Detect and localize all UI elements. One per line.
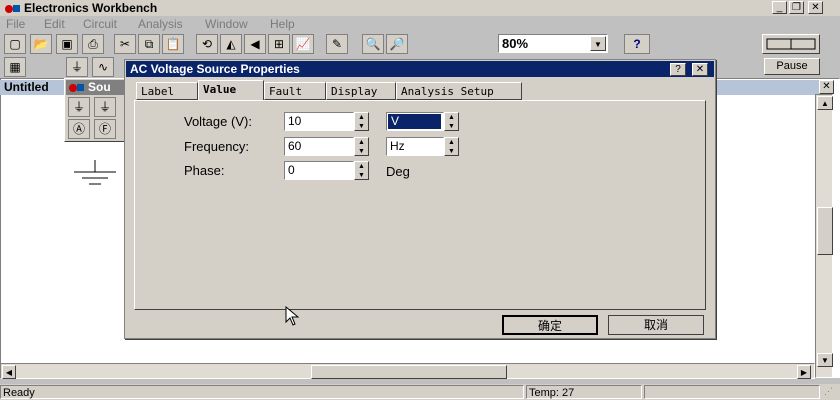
- graph-icon[interactable]: 📈: [292, 34, 314, 54]
- am-source-icon[interactable]: Ⓐ: [68, 119, 90, 139]
- voltage-unit-spinner[interactable]: ▲ ▼: [444, 112, 459, 131]
- frequency-label: Frequency:: [184, 139, 250, 154]
- scroll-left-icon[interactable]: ◀: [2, 365, 16, 379]
- vertical-scrollbar[interactable]: ▲ ▼: [815, 94, 833, 378]
- close-button[interactable]: ✕: [808, 1, 823, 14]
- paste-icon[interactable]: 📋: [162, 34, 184, 54]
- resistor-icon[interactable]: ∿: [92, 57, 114, 77]
- frequency-input[interactable]: 60: [284, 137, 354, 156]
- fm-source-icon[interactable]: Ⓕ: [94, 119, 116, 139]
- tab-value[interactable]: Value: [198, 80, 264, 101]
- scroll-down-icon[interactable]: ▼: [817, 353, 833, 367]
- parts-bin-logo-icon: [68, 81, 86, 93]
- chevron-down-icon[interactable]: ▼: [590, 36, 606, 51]
- minimize-button[interactable]: _: [772, 1, 787, 14]
- app-title: Electronics Workbench: [24, 1, 158, 15]
- flip-horizontal-icon[interactable]: ◭: [220, 34, 242, 54]
- subcircuit-icon[interactable]: ⊞: [268, 34, 290, 54]
- tab-display[interactable]: Display: [326, 82, 396, 100]
- vertical-scroll-thumb[interactable]: [817, 207, 833, 255]
- app-logo-icon: [4, 2, 22, 14]
- dialog-close-button[interactable]: ✕: [692, 63, 708, 76]
- value-tab-panel: [134, 100, 706, 310]
- ground-symbol-icon[interactable]: ⏚: [66, 57, 88, 77]
- tab-fault[interactable]: Fault: [264, 82, 326, 100]
- menu-analysis[interactable]: Analysis: [138, 16, 183, 32]
- voltage-spinner[interactable]: ▲ ▼: [354, 112, 369, 131]
- save-icon[interactable]: ▣: [56, 34, 78, 54]
- document-title: Untitled: [4, 80, 49, 94]
- phase-unit: Deg: [386, 164, 410, 179]
- dialog-title: AC Voltage Source Properties: [130, 62, 300, 76]
- cut-icon[interactable]: ✂: [114, 34, 136, 54]
- menu-help[interactable]: Help: [270, 16, 295, 32]
- print-icon[interactable]: ⎙: [82, 34, 104, 54]
- power-switch-icon[interactable]: [762, 34, 820, 54]
- copy-icon[interactable]: ⧉: [138, 34, 160, 54]
- ground-symbol-icon[interactable]: [72, 160, 118, 190]
- tab-analysis-setup[interactable]: Analysis Setup: [396, 82, 522, 100]
- menu-bar: [0, 16, 840, 32]
- voltage-label: Voltage (V):: [184, 114, 252, 129]
- zoom-out-icon[interactable]: 🔍: [362, 34, 384, 54]
- mouse-cursor-icon: [285, 305, 301, 326]
- ground-part-icon[interactable]: ⏚: [68, 97, 90, 117]
- pause-button[interactable]: Pause: [764, 58, 820, 75]
- status-ready: Ready: [0, 385, 524, 399]
- status-extra: [644, 385, 820, 399]
- phase-input[interactable]: 0: [284, 161, 354, 180]
- horizontal-scroll-thumb[interactable]: [311, 365, 507, 379]
- status-temp: Temp: 27: [526, 385, 642, 399]
- menu-window[interactable]: Window: [205, 16, 248, 32]
- cancel-button[interactable]: 取消: [608, 315, 704, 335]
- open-folder-icon[interactable]: 📂: [30, 34, 52, 54]
- component-properties-icon[interactable]: ✎: [326, 34, 348, 54]
- zoom-select[interactable]: 80% ▼: [498, 34, 608, 53]
- frequency-spinner[interactable]: ▲ ▼: [354, 137, 369, 156]
- resize-grip-icon[interactable]: ⋰: [824, 386, 838, 398]
- scroll-right-icon[interactable]: ▶: [797, 365, 811, 379]
- voltage-input[interactable]: 10: [284, 112, 354, 131]
- voltage-unit-value: V: [388, 114, 441, 129]
- scroll-up-icon[interactable]: ▲: [817, 96, 833, 110]
- menu-circuit[interactable]: Circuit: [83, 16, 117, 32]
- parts-bin-icon[interactable]: ▦: [4, 57, 26, 77]
- menu-file[interactable]: File: [6, 16, 25, 32]
- new-file-icon[interactable]: ▢: [4, 34, 26, 54]
- dc-ground-part-icon[interactable]: ⏚: [94, 97, 116, 117]
- ok-button[interactable]: 确定: [502, 315, 598, 335]
- flip-vertical-icon[interactable]: ◀: [244, 34, 266, 54]
- menu-edit[interactable]: Edit: [44, 16, 65, 32]
- zoom-in-icon[interactable]: 🔎: [386, 34, 408, 54]
- frequency-unit-spinner[interactable]: ▲ ▼: [444, 137, 459, 156]
- rotate-icon[interactable]: ⟲: [196, 34, 218, 54]
- zoom-value: 80%: [502, 36, 529, 51]
- voltage-unit-select[interactable]: V: [386, 112, 444, 131]
- phase-label: Phase:: [184, 163, 225, 178]
- dialog-help-button[interactable]: ?: [670, 63, 686, 76]
- tab-label[interactable]: Label: [136, 82, 198, 100]
- frequency-unit-select[interactable]: Hz: [386, 137, 444, 156]
- phase-spinner[interactable]: ▲ ▼: [354, 161, 369, 180]
- horizontal-scrollbar[interactable]: ◀ ▶: [0, 363, 815, 379]
- restore-button[interactable]: ❐: [789, 1, 804, 14]
- parts-bin-title: Sou: [88, 80, 111, 94]
- help-button[interactable]: ?: [624, 34, 650, 54]
- document-close-button[interactable]: ✕: [819, 80, 834, 94]
